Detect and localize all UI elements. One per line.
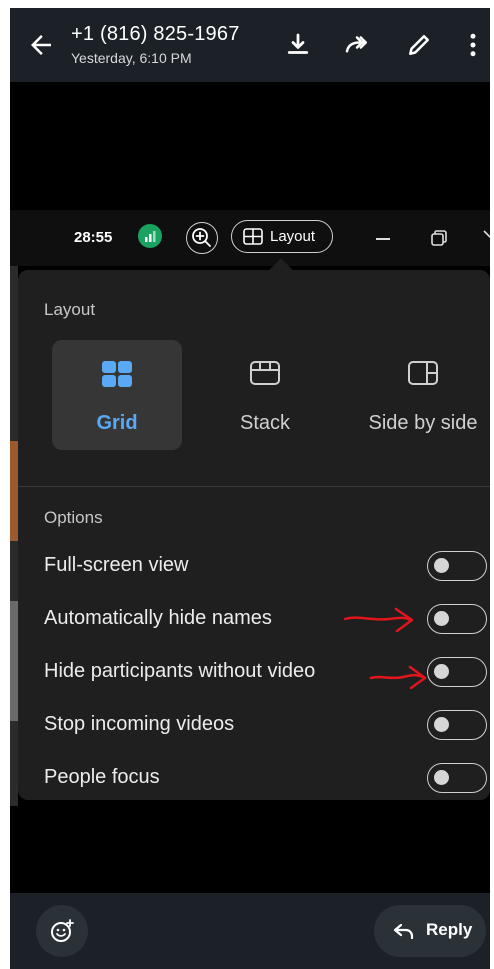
bottom-bar: Reply [10,893,490,969]
option-label: People focus [44,766,160,788]
back-arrow-icon[interactable] [26,30,56,60]
message-timestamp: Yesterday, 6:10 PM [71,50,192,66]
emoji-add-icon [51,919,74,942]
annotation-arrow [343,607,414,633]
more-vert-icon[interactable] [458,30,488,60]
minimize-icon[interactable] [376,238,390,240]
close-icon[interactable] [482,228,490,246]
option-row-full-screen: Full-screen view [44,546,487,586]
layout-option-label: Side by side [368,412,478,434]
layout-option-side-by-side[interactable]: Side by side [358,340,488,450]
contact-title: +1 (816) 825-1967 [71,23,240,45]
option-row-stop-videos: Stop incoming videos [44,705,487,745]
reply-button-label: Reply [426,920,473,939]
option-row-people-focus: People focus [44,758,487,798]
layout-option-label: Stack [239,412,291,434]
layout-heading: Layout [44,300,96,319]
restore-window-icon[interactable] [431,230,447,246]
layout-button[interactable]: Layout [231,220,333,253]
people-focus-toggle[interactable] [427,763,487,793]
video-tiles-background [10,266,18,806]
option-label: Stop incoming videos [44,713,235,735]
option-row-hide-names: Automatically hide names [44,599,487,639]
forward-icon[interactable] [342,30,372,60]
zoom-in-icon [192,228,211,247]
layout-option-label: Grid [96,412,138,434]
call-timer: 28:55 [74,229,113,246]
hide-names-toggle[interactable] [427,604,487,634]
option-label: Hide participants without video [44,660,316,682]
stop-videos-toggle[interactable] [427,710,487,740]
grid-icon [102,361,132,387]
app-bar: +1 (816) 825-1967 Yesterday, 6:10 PM [10,8,490,82]
full-screen-toggle[interactable] [427,551,487,581]
zoom-button[interactable] [186,222,218,254]
options-heading: Options [44,508,103,527]
edit-icon[interactable] [404,30,434,60]
option-label: Automatically hide names [44,607,272,629]
side-by-side-icon [408,361,438,385]
layout-popup: Layout Grid Stack Side by side Options F… [18,270,490,800]
layout-option-stack[interactable]: Stack [200,340,330,450]
layout-option-grid[interactable]: Grid [52,340,182,450]
network-signal-icon [138,224,162,248]
hide-participants-toggle[interactable] [427,657,487,687]
option-label: Full-screen view [44,554,189,576]
download-icon[interactable] [283,30,313,60]
screen: +1 (816) 825-1967 Yesterday, 6:10 PM 28:… [10,8,490,969]
divider [18,486,490,487]
layout-grid-icon [243,228,263,245]
reply-arrow-icon [393,923,414,940]
reply-button[interactable]: Reply [374,905,486,957]
meeting-toolbar: 28:55 Layout [10,210,490,266]
add-reaction-button[interactable] [36,905,88,957]
annotation-arrow [369,665,427,690]
layout-button-label: Layout [270,228,316,245]
stack-icon [250,361,280,385]
